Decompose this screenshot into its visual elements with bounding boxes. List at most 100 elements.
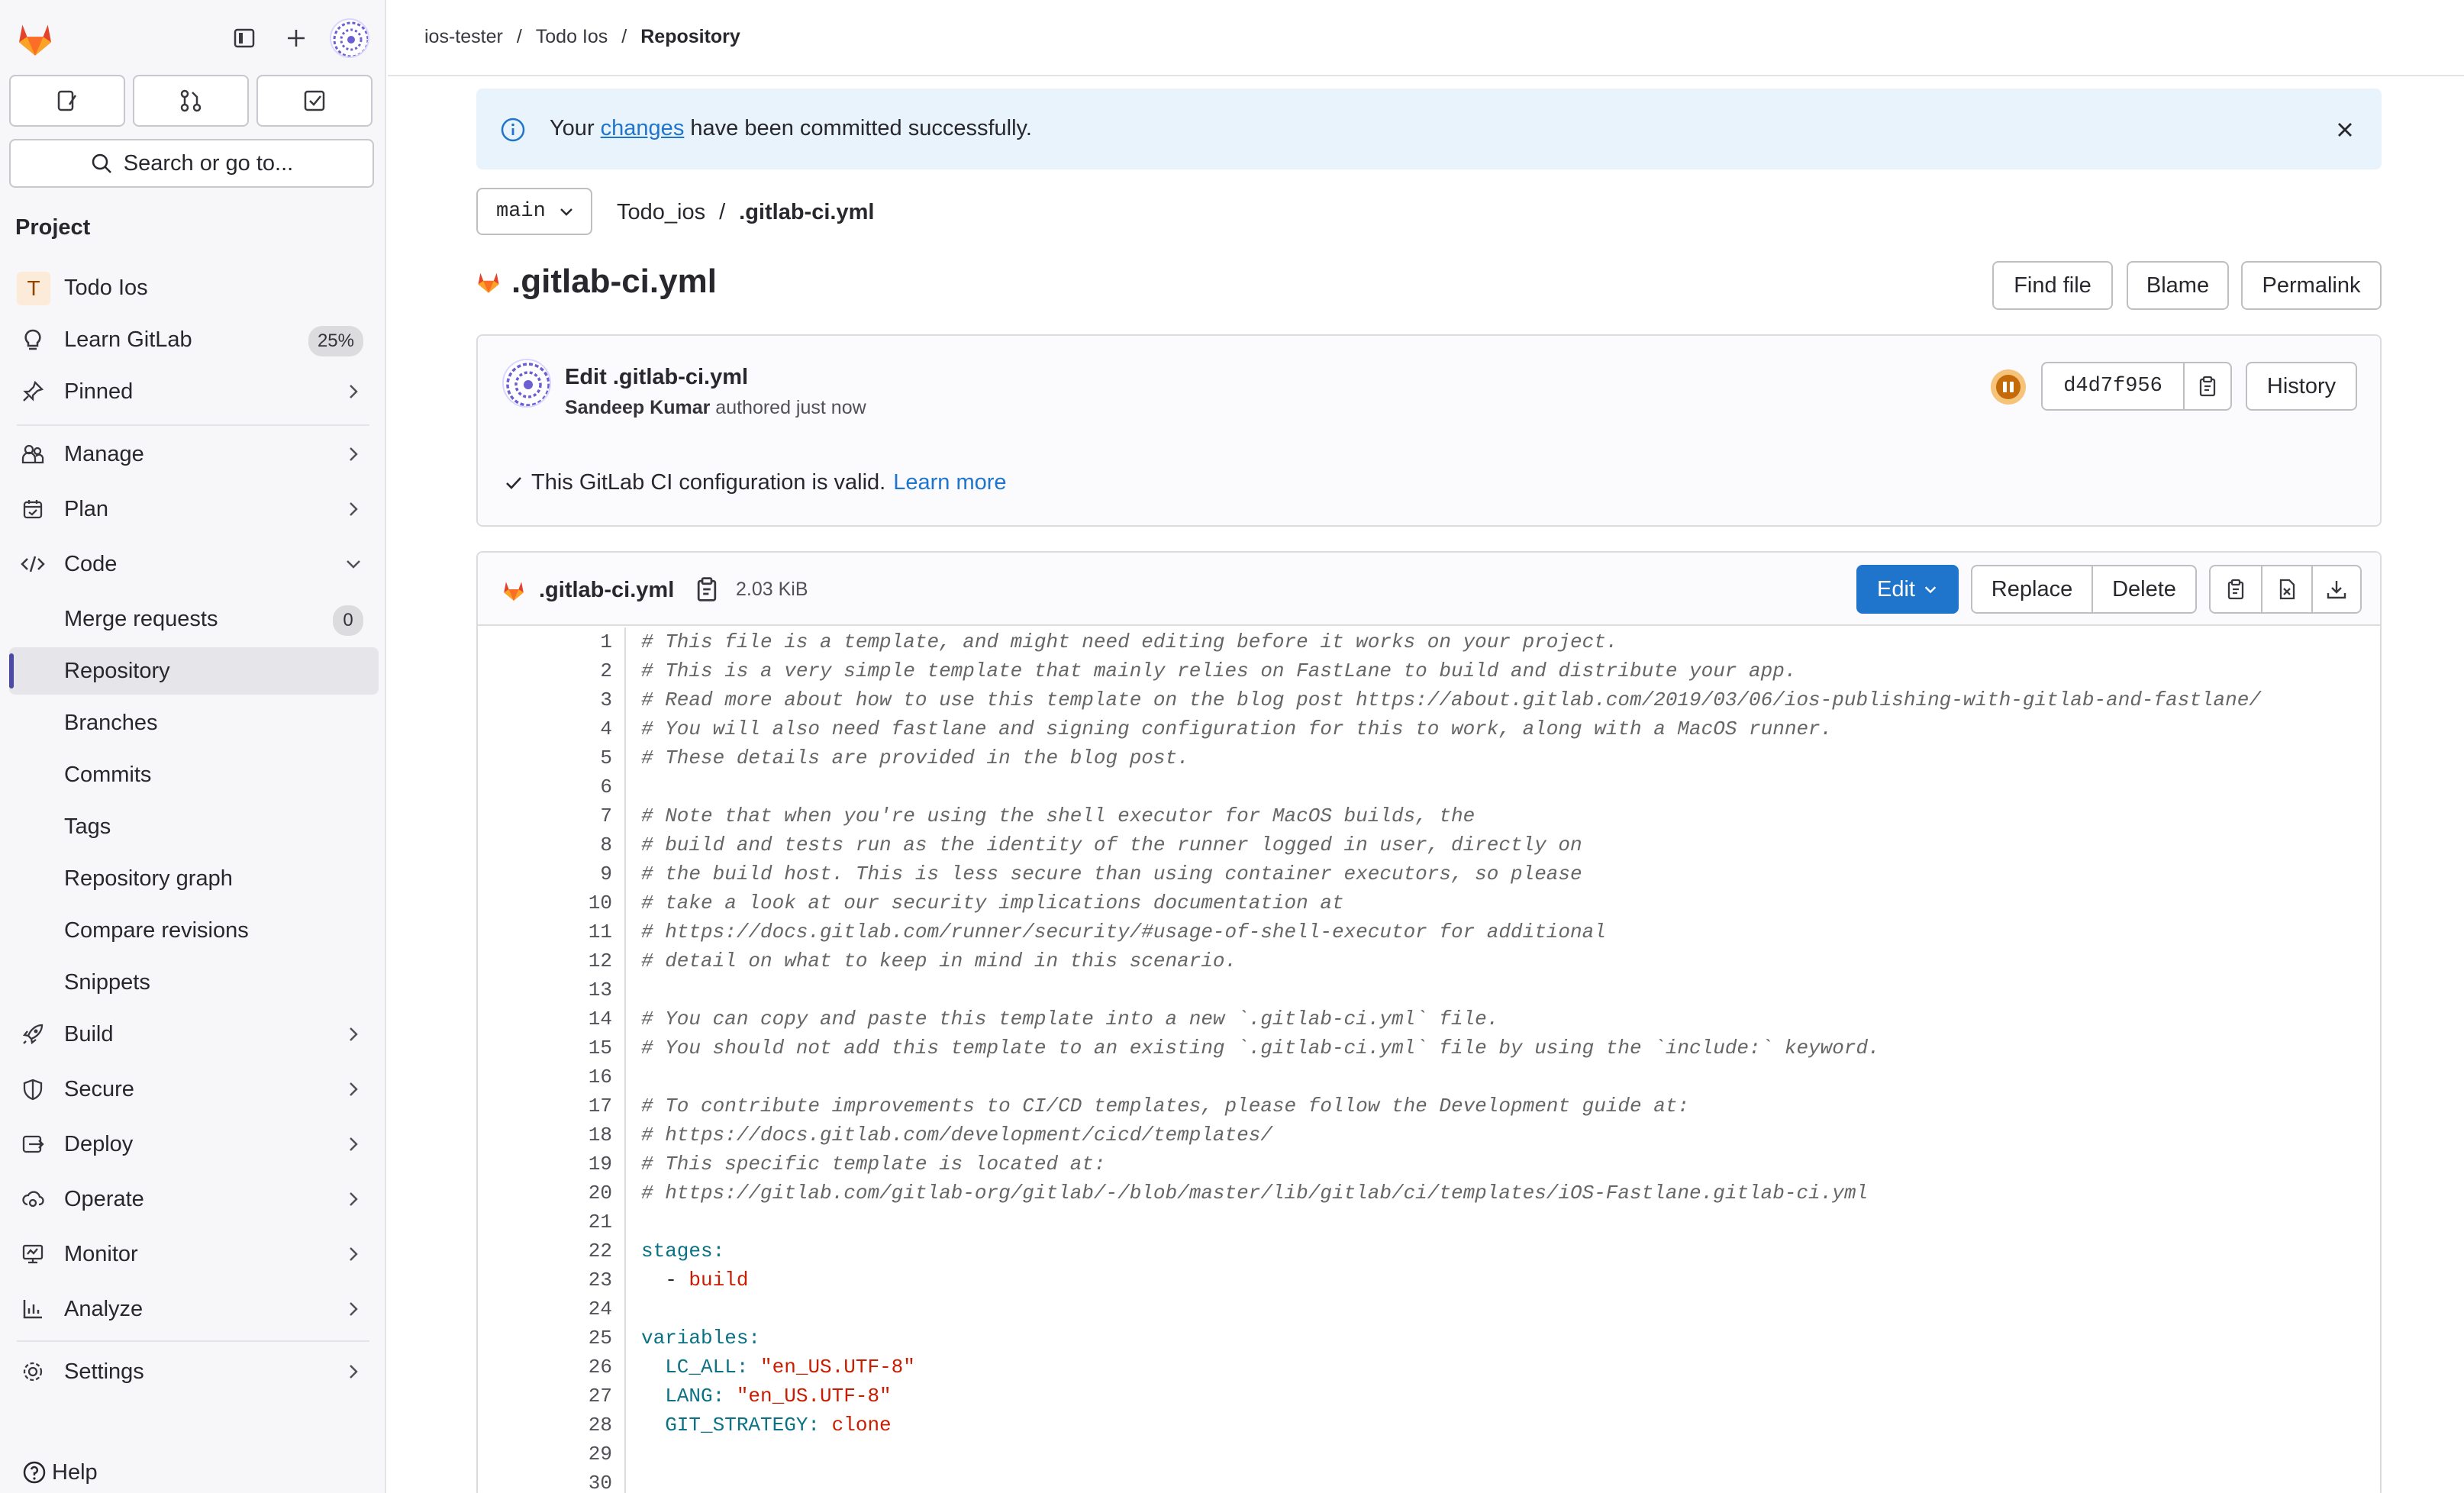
close-icon[interactable]	[2330, 114, 2360, 145]
code-text: # This is a very simple template that ma…	[641, 659, 1797, 682]
sidebar-item-label: Learn GitLab	[64, 327, 192, 352]
line-number[interactable]: 10	[589, 892, 612, 914]
line-number[interactable]: 22	[589, 1240, 612, 1262]
download-button[interactable]	[2311, 566, 2360, 612]
line-number[interactable]: 14	[589, 1008, 612, 1030]
assigned-issues-button[interactable]	[9, 75, 125, 127]
breadcrumb-current[interactable]: Repository	[640, 26, 740, 48]
line-number[interactable]: 21	[589, 1211, 612, 1233]
line-number[interactable]: 23	[589, 1269, 612, 1291]
branch-selector[interactable]: main	[476, 188, 592, 235]
learn-more-link[interactable]: Learn more	[893, 470, 1006, 495]
replace-button[interactable]: Replace	[1972, 566, 2091, 612]
sidebar-item-plan[interactable]: Plan	[9, 485, 379, 533]
sidebar-item-merge-requests[interactable]: Merge requests 0	[9, 595, 379, 643]
search-input[interactable]: Search or go to...	[9, 139, 374, 188]
chevron-down-icon	[347, 560, 360, 569]
line-number[interactable]: 18	[589, 1124, 612, 1146]
sidebar-item-monitor[interactable]: Monitor	[9, 1230, 379, 1278]
line-number[interactable]: 28	[589, 1414, 612, 1437]
line-number[interactable]: 5	[600, 746, 612, 769]
permalink-button[interactable]: Permalink	[2241, 261, 2382, 310]
history-button[interactable]: History	[2246, 362, 2357, 411]
copy-sha-button[interactable]	[2185, 363, 2230, 409]
commit-author-avatar[interactable]	[502, 359, 551, 408]
sidebar-item-compare-revisions[interactable]: Compare revisions	[9, 907, 379, 954]
line-number[interactable]: 4	[600, 717, 612, 740]
sidebar-item-deploy[interactable]: Deploy	[9, 1121, 379, 1168]
sidebar-item-manage[interactable]: Manage	[9, 430, 379, 478]
sidebar-item-code[interactable]: Code	[9, 540, 379, 588]
blame-button[interactable]: Blame	[2127, 261, 2229, 310]
code-text: # build and tests run as the identity of…	[641, 834, 1582, 856]
success-alert: Your changes have been committed success…	[476, 89, 2382, 169]
path-file[interactable]: .gitlab-ci.yml	[739, 200, 874, 225]
sidebar-item-repository[interactable]: Repository	[9, 647, 379, 695]
open-raw-button[interactable]	[2261, 566, 2311, 612]
line-number[interactable]: 24	[589, 1298, 612, 1320]
commit-author[interactable]: Sandeep Kumar	[565, 397, 710, 418]
line-number[interactable]: 8	[600, 834, 612, 856]
copy-contents-button[interactable]	[2211, 566, 2261, 612]
line-number[interactable]: 27	[589, 1385, 612, 1408]
chevron-right-icon	[350, 447, 358, 461]
line-number[interactable]: 2	[600, 659, 612, 682]
line-number[interactable]: 13	[589, 979, 612, 1001]
alert-changes-link[interactable]: changes	[601, 116, 685, 140]
line-number[interactable]: 26	[589, 1356, 612, 1379]
line-number[interactable]: 20	[589, 1182, 612, 1204]
line-number[interactable]: 9	[600, 863, 612, 885]
line-number[interactable]: 19	[589, 1153, 612, 1175]
code-text: # take a look at our security implicatio…	[641, 892, 1344, 914]
sidebar-item-repository-graph[interactable]: Repository graph	[9, 855, 379, 902]
line-number[interactable]: 11	[589, 921, 612, 943]
sidebar-item-tags[interactable]: Tags	[9, 803, 379, 850]
line-number[interactable]: 3	[600, 688, 612, 711]
path-root[interactable]: Todo_ios	[617, 200, 705, 225]
sidebar-item-secure[interactable]: Secure	[9, 1066, 379, 1113]
code-line: 9 # the build host. This is less secure t…	[478, 859, 2380, 888]
find-file-button[interactable]: Find file	[1992, 261, 2113, 310]
code-line: 6	[478, 772, 2380, 801]
help-button[interactable]: Help	[21, 1459, 98, 1485]
user-avatar[interactable]	[330, 18, 369, 58]
breadcrumb-group[interactable]: ios-tester	[424, 26, 503, 48]
sidebar-item-pinned[interactable]: Pinned	[9, 368, 379, 415]
sidebar-item-build[interactable]: Build	[9, 1011, 379, 1058]
copy-file-path-icon[interactable]	[693, 576, 721, 603]
delete-button[interactable]: Delete	[2091, 566, 2195, 612]
code-content[interactable]: 1 # This file is a template, and might ne…	[478, 627, 2380, 1493]
line-number[interactable]: 16	[589, 1066, 612, 1088]
sidebar-item-settings[interactable]: Settings	[9, 1348, 379, 1395]
code-line: 29	[478, 1440, 2380, 1469]
todo-list-button[interactable]	[256, 75, 373, 127]
commit-title[interactable]: Edit .gitlab-ci.yml	[565, 365, 748, 390]
line-number[interactable]: 12	[589, 950, 612, 972]
merge-requests-button[interactable]	[133, 75, 249, 127]
sidebar-item-label: Repository graph	[64, 866, 233, 891]
edit-dropdown-button[interactable]: Edit	[1856, 565, 1959, 614]
sidebar-item-analyze[interactable]: Analyze	[9, 1285, 379, 1333]
commit-sha[interactable]: d4d7f956	[2043, 363, 2185, 409]
line-number[interactable]: 30	[589, 1472, 612, 1493]
breadcrumb-project[interactable]: Todo Ios	[536, 26, 608, 48]
sidebar-item-snippets[interactable]: Snippets	[9, 959, 379, 1006]
chevron-right-icon	[350, 1365, 358, 1379]
create-new-icon[interactable]	[278, 20, 314, 56]
sidebar-item-project[interactable]: T Todo Ios	[9, 264, 379, 311]
sidebar-item-commits[interactable]: Commits	[9, 751, 379, 798]
sidebar-item-branches[interactable]: Branches	[9, 699, 379, 746]
sidebar-item-learn-gitlab[interactable]: Learn GitLab 25%	[9, 316, 379, 363]
line-number[interactable]: 25	[589, 1327, 612, 1350]
line-number[interactable]: 15	[589, 1037, 612, 1059]
pipeline-status-icon[interactable]	[1991, 369, 2026, 405]
gitlab-logo-icon[interactable]	[14, 17, 56, 60]
toggle-sidebar-icon[interactable]	[226, 20, 263, 56]
line-number[interactable]: 29	[589, 1443, 612, 1466]
line-number[interactable]: 7	[600, 805, 612, 827]
sidebar-item-operate[interactable]: Operate	[9, 1175, 379, 1223]
line-number[interactable]: 6	[600, 776, 612, 798]
sidebar-item-label: Monitor	[64, 1241, 138, 1266]
line-number[interactable]: 1	[600, 630, 612, 653]
line-number[interactable]: 17	[589, 1095, 612, 1117]
